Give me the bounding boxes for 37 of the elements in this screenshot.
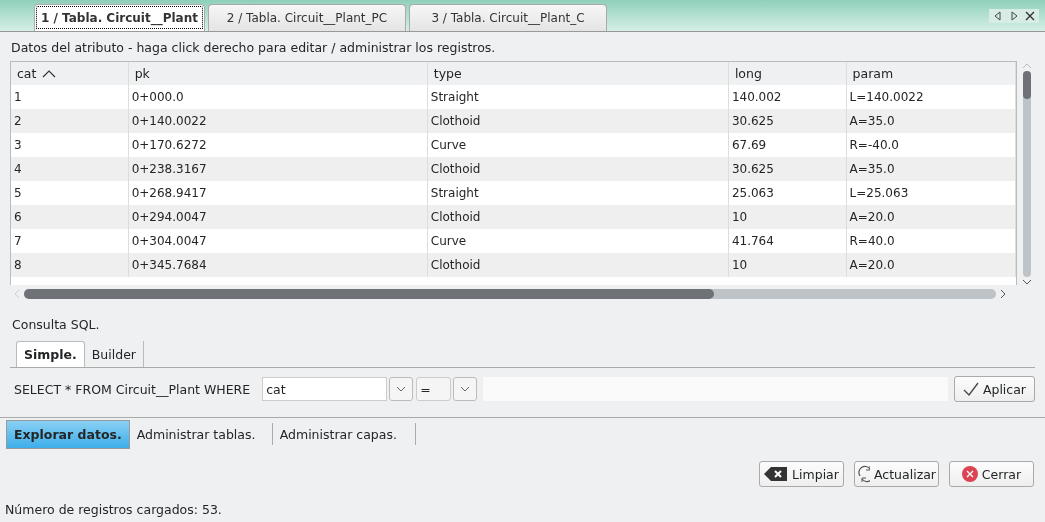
chevron-down-icon [396,386,407,392]
column-header-label: type [433,66,462,81]
scroll-up-icon[interactable] [1022,63,1032,69]
scrollbar-track[interactable] [24,289,996,299]
main-tab[interactable]: Explorar datos. [6,420,130,449]
scroll-right-icon[interactable] [1009,10,1019,21]
close-icon[interactable] [1025,10,1035,21]
column-header-label: cat [17,66,37,81]
scroll-left-icon[interactable] [993,10,1003,21]
clear-button[interactable]: Limpiar [759,461,844,487]
column-header-label: long [734,66,762,81]
chevron-down-icon [460,386,471,392]
query-tab[interactable]: Builder [84,341,144,367]
scrollbar-thumb[interactable] [1023,71,1031,99]
main-tab[interactable]: Administrar capas. [272,423,416,445]
status-text: Número de registros cargados: 53. [4,501,223,517]
section-label: Consulta SQL. [11,316,101,334]
main-tab[interactable]: Administrar tablas. [129,423,273,445]
document-tab[interactable]: 3 / Tabla. Circuit__Plant_C [409,4,607,31]
scrollbar-track[interactable] [1023,71,1031,277]
document-tab[interactable]: 2 / Tabla. Circuit__Plant_PC [208,4,406,31]
scroll-right-icon[interactable] [1000,289,1006,299]
column-header-label: pk [134,66,150,81]
query-prefix: SELECT * FROM Circuit__Plant WHERE [14,381,251,397]
close-button[interactable]: Cerrar [949,461,1034,487]
document-tab[interactable]: 1 / Tabla. Circuit__Plant [34,4,205,31]
column-header-label: param [852,66,894,81]
refresh-icon [857,465,870,483]
refresh-button[interactable]: Actualizar [854,461,939,487]
apply-button[interactable]: Aplicar [953,376,1035,402]
checkmark-icon [962,382,979,396]
scroll-down-icon[interactable] [1022,279,1032,285]
scrollbar-thumb[interactable] [24,289,714,299]
instruction-text: Datos del atributo - haga click derecho para editar / administrar los registros. [10,39,497,57]
close-circle-icon [961,466,978,482]
backspace-icon [764,466,789,482]
query-tab[interactable]: Simple. [16,341,85,367]
